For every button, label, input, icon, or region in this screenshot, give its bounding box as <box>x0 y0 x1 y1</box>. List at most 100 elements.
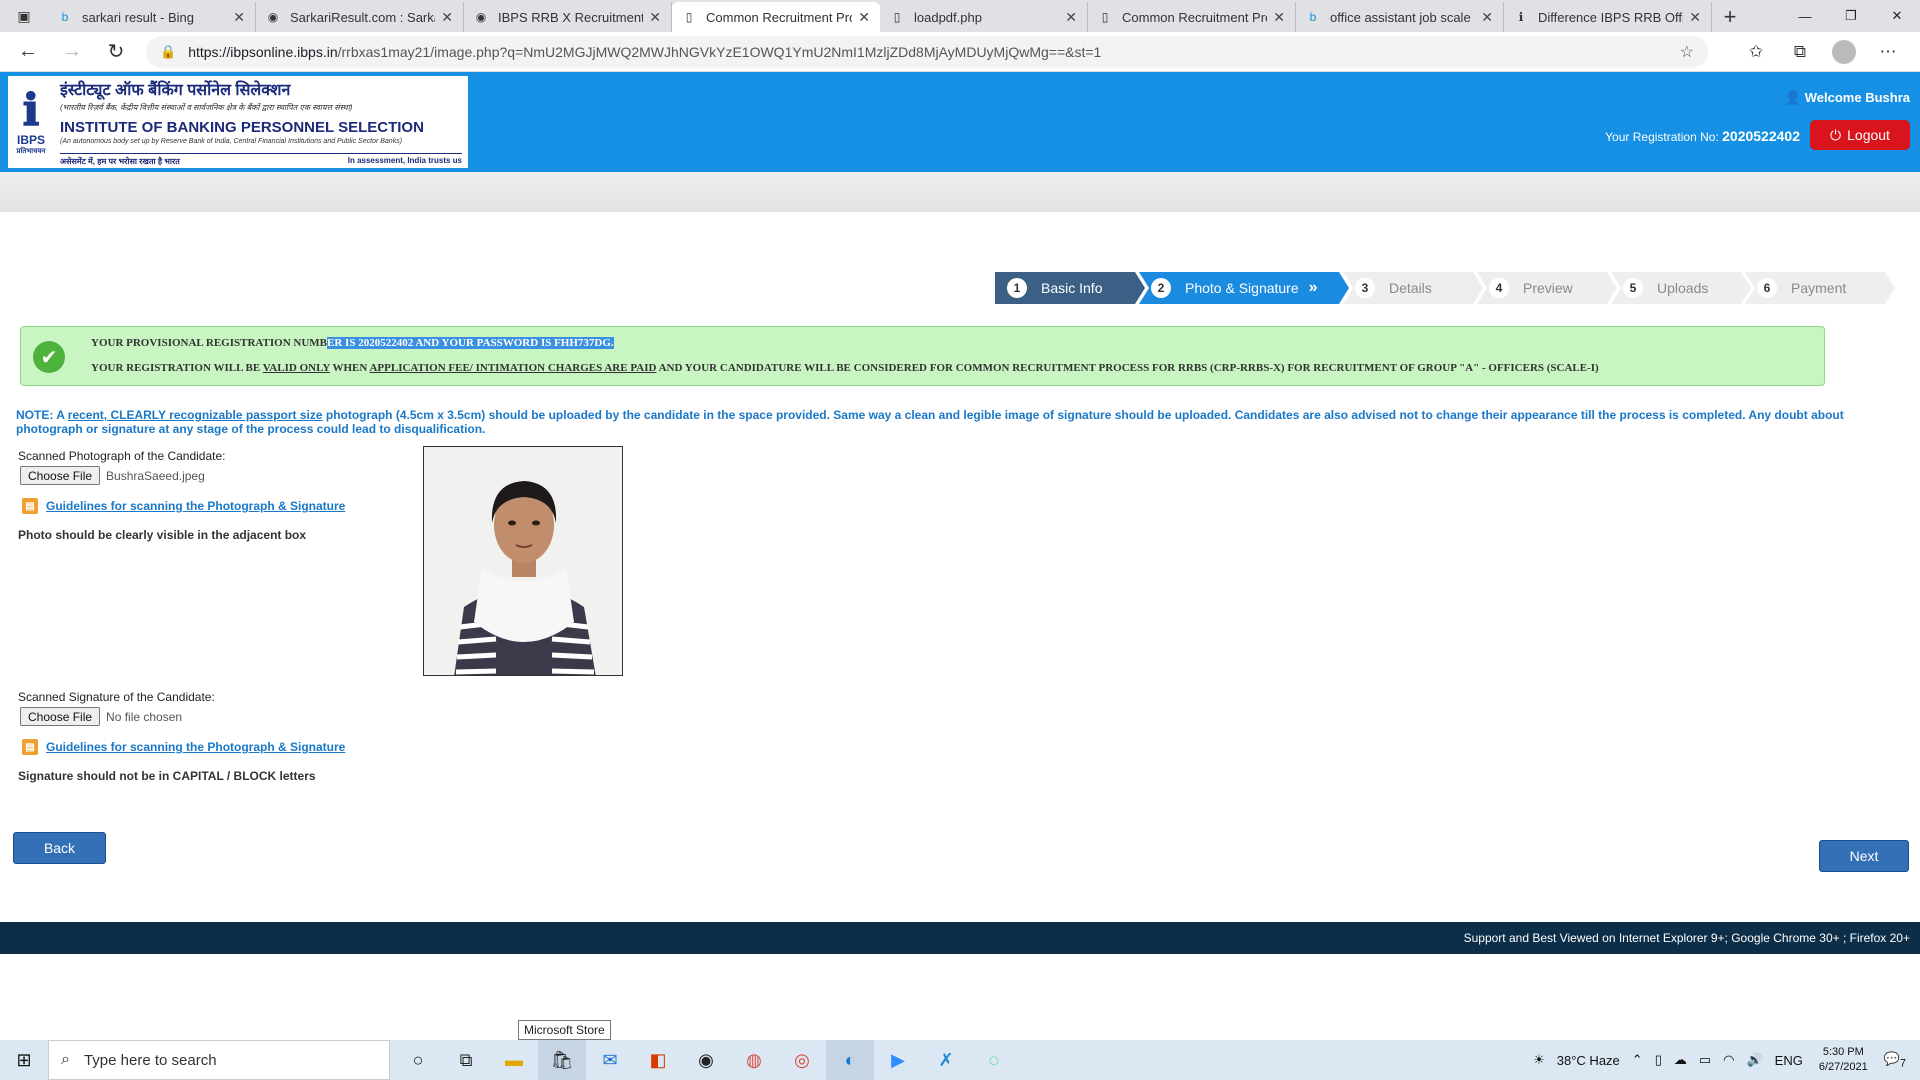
browser-tab[interactable]: b sarkari result - Bing ✕ <box>48 2 256 32</box>
browser-tab[interactable]: b office assistant job scale - ✕ <box>1296 2 1504 32</box>
ibps-logo-mark: ℹ IBPS प्रतिभाचयन <box>16 85 46 155</box>
globe-icon: ◉ <box>475 10 487 24</box>
chat-app-icon[interactable]: ◍ <box>730 1040 778 1080</box>
collections-icon[interactable]: ⧉ <box>1782 34 1818 70</box>
passport-size-link[interactable]: recent, CLEARLY recognizable passport si… <box>68 408 323 422</box>
close-tab-icon[interactable]: ✕ <box>1481 9 1493 26</box>
taskbar-apps: ○ ⧉ ▬ 🛍 ✉ ◧ ◉ ◍ ◎ ◐ ▶ ✗ ◌ <box>394 1040 1018 1080</box>
photo-guidelines-link[interactable]: ▤ Guidelines for scanning the Photograph … <box>22 498 345 514</box>
more-menu-icon[interactable]: ⋯ <box>1870 34 1906 70</box>
step-number: 1 <box>1007 278 1027 298</box>
browser-tab-title: Common Recruitment Proc <box>1122 9 1268 25</box>
close-window-icon[interactable]: ✕ <box>1874 0 1920 32</box>
whatsapp-icon[interactable]: ◌ <box>970 1040 1018 1080</box>
close-tab-icon[interactable]: ✕ <box>649 9 661 26</box>
back-button[interactable]: Back <box>13 832 106 864</box>
chrome-icon[interactable]: ◎ <box>778 1040 826 1080</box>
step-number: 2 <box>1151 278 1171 298</box>
step-number: 4 <box>1489 278 1509 298</box>
step-label: Payment <box>1791 280 1847 296</box>
microsoft-store-icon[interactable]: 🛍 <box>538 1040 586 1080</box>
browser-tab[interactable]: ℹ Difference IBPS RRB Office ✕ <box>1504 2 1712 32</box>
registration-notice: ✔ YOUR PROVISIONAL REGISTRATION NUMBER I… <box>20 326 1825 386</box>
browser-tab[interactable]: ◉ IBPS RRB X Recruitment 20 ✕ <box>464 2 672 32</box>
upload-note: NOTE: A recent, CLEARLY recognizable pas… <box>16 408 1844 436</box>
weather-icon[interactable]: ☀ <box>1533 1052 1545 1068</box>
browser-tab[interactable]: ▯ Common Recruitment Proc ✕ <box>672 2 880 32</box>
favorite-star-icon[interactable]: ☆ <box>1680 42 1694 62</box>
file-explorer-icon[interactable]: ▬ <box>490 1040 538 1080</box>
notifications-icon[interactable]: 💬7 <box>1884 1051 1906 1070</box>
wifi-icon[interactable]: ◠ <box>1723 1052 1734 1068</box>
cloud-icon[interactable]: ☁ <box>1674 1052 1687 1068</box>
close-tab-icon[interactable]: ✕ <box>233 9 245 26</box>
media-app-icon[interactable]: ◉ <box>682 1040 730 1080</box>
step-number: 5 <box>1623 278 1643 298</box>
browser-tab[interactable]: ◉ SarkariResult.com : Sarkari ✕ <box>256 2 464 32</box>
photo-choose-file-button[interactable]: Choose File <box>20 466 101 485</box>
cortana-icon[interactable]: ○ <box>394 1040 442 1080</box>
weather-text[interactable]: 38°C Haze <box>1557 1053 1620 1068</box>
close-tab-icon[interactable]: ✕ <box>1689 9 1701 26</box>
photo-file-input: Choose File BushraSaeed.jpeg <box>20 466 205 485</box>
minimize-icon[interactable]: — <box>1782 0 1828 32</box>
back-arrow-icon[interactable]: ← <box>6 32 50 72</box>
logout-button[interactable]: ⏻ Logout <box>1810 120 1910 150</box>
edge-icon[interactable]: ◐ <box>826 1040 874 1080</box>
search-icon: ⌕ <box>61 1051 70 1068</box>
address-bar[interactable]: 🔒 https://ibpsonline.ibps.in/rrbxas1may2… <box>146 36 1708 68</box>
step-label: Photo & Signature <box>1185 280 1299 296</box>
notice-line-1: YOUR PROVISIONAL REGISTRATION NUMBER IS … <box>91 337 614 349</box>
step-number: 3 <box>1355 278 1375 298</box>
window-controls: — ❐ ✕ <box>1782 0 1920 32</box>
bing-icon: b <box>1309 10 1317 24</box>
chevron-up-icon[interactable]: ⌃ <box>1632 1052 1643 1068</box>
favorites-icon[interactable]: ✩ <box>1738 34 1774 70</box>
close-tab-icon[interactable]: ✕ <box>1273 9 1285 26</box>
close-tab-icon[interactable]: ✕ <box>1065 9 1077 26</box>
ibps-logo[interactable]: ℹ IBPS प्रतिभाचयन इंस्टीट्यूट ऑफ बैंकिंग… <box>8 76 468 168</box>
document-icon: ▤ <box>22 739 38 755</box>
signature-choose-file-button[interactable]: Choose File <box>20 707 101 726</box>
browser-tab-title: loadpdf.php <box>914 9 982 25</box>
close-tab-icon[interactable]: ✕ <box>858 9 870 26</box>
logo-english-title: INSTITUTE OF BANKING PERSONNEL SELECTION <box>60 119 424 136</box>
user-name: Bushra <box>1865 90 1910 105</box>
mail-icon[interactable]: ✉ <box>586 1040 634 1080</box>
battery-icon[interactable]: ▭ <box>1699 1052 1711 1068</box>
step-number: 6 <box>1757 278 1777 298</box>
new-tab-button[interactable]: + <box>1712 2 1748 32</box>
tab-actions-icon[interactable]: ▣ <box>0 0 48 32</box>
logo-hindi-title: इंस्टीट्यूट ऑफ बैंकिंग पर्सोनेल सिलेक्शन <box>60 82 291 99</box>
vscode-icon[interactable]: ✗ <box>922 1040 970 1080</box>
clock[interactable]: 5:30 PM 6/27/2021 <box>1819 1045 1868 1075</box>
site-header: ℹ IBPS प्रतिभाचयन इंस्टीट्यूट ऑफ बैंकिंग… <box>0 72 1920 172</box>
office-icon[interactable]: ◧ <box>634 1040 682 1080</box>
restore-icon[interactable]: ❐ <box>1828 0 1874 32</box>
language-indicator[interactable]: ENG <box>1775 1053 1803 1068</box>
task-view-icon[interactable]: ⧉ <box>442 1040 490 1080</box>
tab-strip: b sarkari result - Bing ✕ ◉ SarkariResult.co… <box>48 2 1712 32</box>
forward-arrow-icon[interactable]: → <box>50 32 94 72</box>
device-icon[interactable]: ▯ <box>1655 1052 1662 1068</box>
volume-icon[interactable]: 🔊 <box>1746 1052 1762 1068</box>
windows-start-icon[interactable]: ⊞ <box>0 1040 48 1080</box>
browser-tab-bar: ▣ b sarkari result - Bing ✕ ◉ SarkariResult.… <box>0 0 1920 32</box>
windows-taskbar: ⊞ ⌕ Type here to search ○ ⧉ ▬ 🛍 ✉ ◧ ◉ ◍ ◎… <box>0 1040 1920 1080</box>
power-icon: ⏻ <box>1830 126 1842 143</box>
signature-guidelines-link[interactable]: ▤ Guidelines for scanning the Photograph … <box>22 739 345 755</box>
browser-tab-title: SarkariResult.com : Sarkari <box>290 9 436 25</box>
url-path: /rrbxas1may21/image.php?q=NmU2MGJjMWQ2MW… <box>337 44 1102 60</box>
next-button[interactable]: Next <box>1819 840 1909 872</box>
taskbar-search-box[interactable]: ⌕ Type here to search <box>48 1040 390 1080</box>
refresh-icon[interactable]: ↻ <box>94 32 138 72</box>
browser-tab[interactable]: ▯ loadpdf.php ✕ <box>880 2 1088 32</box>
browser-tab-title: Common Recruitment Proc <box>706 9 853 25</box>
zoom-icon[interactable]: ▶ <box>874 1040 922 1080</box>
system-tray: ☀ 38°C Haze ⌃ ▯ ☁ ▭ ◠ 🔊 ENG 5:30 PM 6/27… <box>1527 1040 1920 1080</box>
browser-tab[interactable]: ▯ Common Recruitment Proc ✕ <box>1088 2 1296 32</box>
profile-avatar[interactable] <box>1826 34 1862 70</box>
step-6: 6 Payment <box>1745 272 1895 304</box>
lock-icon[interactable]: 🔒 <box>160 44 176 60</box>
close-tab-icon[interactable]: ✕ <box>441 9 453 26</box>
